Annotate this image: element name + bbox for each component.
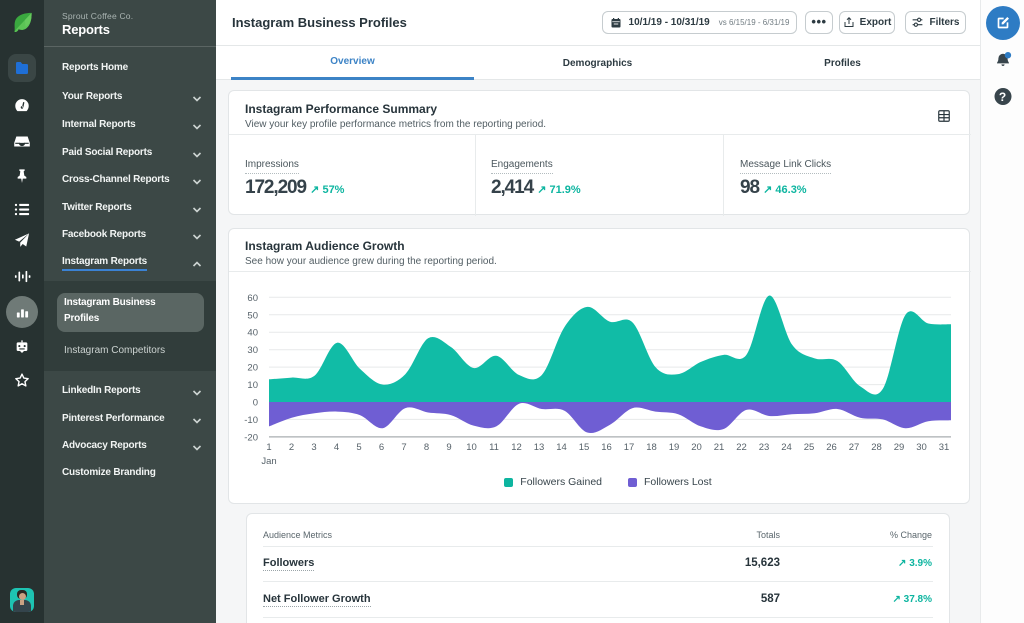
svg-text:5: 5 [356, 442, 361, 453]
svg-text:26: 26 [826, 442, 837, 453]
svg-text:6: 6 [379, 442, 384, 453]
svg-text:16: 16 [601, 442, 612, 453]
svg-text:13: 13 [534, 442, 545, 453]
svg-text:28: 28 [871, 442, 882, 453]
svg-text:23: 23 [759, 442, 770, 453]
svg-text:21: 21 [714, 442, 725, 453]
svg-text:20: 20 [247, 363, 258, 374]
svg-text:30: 30 [247, 345, 258, 356]
svg-text:10: 10 [247, 380, 258, 391]
svg-text:Jan: Jan [261, 456, 276, 467]
svg-text:14: 14 [556, 442, 567, 453]
svg-text:-20: -20 [244, 432, 258, 443]
svg-text:50: 50 [247, 310, 258, 321]
svg-text:25: 25 [804, 442, 815, 453]
svg-text:22: 22 [736, 442, 747, 453]
svg-text:12: 12 [511, 442, 522, 453]
svg-text:8: 8 [424, 442, 429, 453]
svg-text:24: 24 [781, 442, 792, 453]
svg-text:7: 7 [401, 442, 406, 453]
svg-text:30: 30 [916, 442, 927, 453]
svg-text:60: 60 [247, 293, 258, 304]
svg-text:1: 1 [266, 442, 271, 453]
svg-text:29: 29 [894, 442, 905, 453]
svg-text:4: 4 [334, 442, 339, 453]
svg-text:0: 0 [253, 398, 258, 409]
svg-text:11: 11 [489, 442, 499, 453]
svg-text:10: 10 [466, 442, 477, 453]
svg-text:19: 19 [669, 442, 680, 453]
svg-text:-10: -10 [244, 415, 258, 426]
svg-text:9: 9 [446, 442, 451, 453]
svg-text:18: 18 [646, 442, 657, 453]
svg-text:31: 31 [939, 442, 950, 453]
svg-text:15: 15 [579, 442, 590, 453]
svg-text:17: 17 [624, 442, 635, 453]
svg-text:27: 27 [849, 442, 860, 453]
svg-text:40: 40 [247, 328, 258, 339]
svg-text:20: 20 [691, 442, 702, 453]
svg-text:2: 2 [289, 442, 294, 453]
svg-text:3: 3 [311, 442, 316, 453]
